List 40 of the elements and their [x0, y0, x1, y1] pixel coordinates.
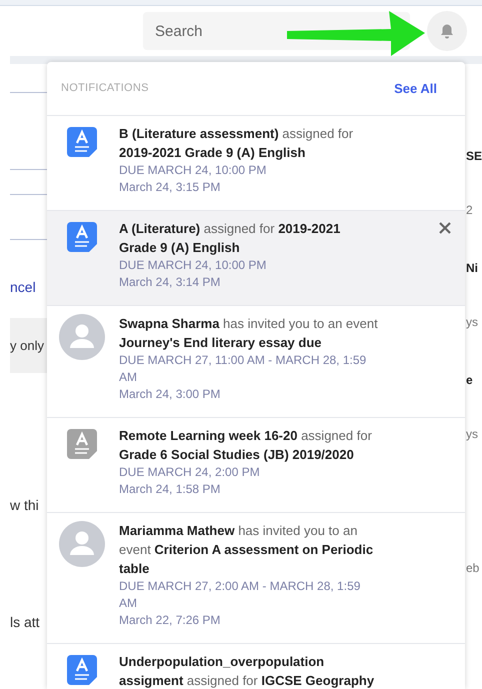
notification-item[interactable]: Underpopulation_overpopulation assigment assigned for IGCSE Geography	[47, 644, 465, 689]
page-text: ls att	[10, 613, 41, 632]
due-date: DUE MARCH 24, 2:00 PM	[119, 464, 261, 481]
due-date: DUE MARCH 27, 11:00 AM - MARCH 28, 1:59 AM	[119, 352, 368, 386]
notification-item[interactable]: Mariamma Mathew has invited you to an event Criterion A assessment on Periodic table DUE MARCH 27, 2:00 AM - MARCH 28, 1:59 AM March 22, 7:26 PM	[47, 513, 465, 644]
notification-text: Mariamma Mathew has invited you to an event Criterion A assessment on Periodic table	[119, 522, 374, 578]
page-text: ys	[465, 426, 479, 442]
notification-text: Remote Learning week 16-20 assigned for Grade 6 Social Studies (JB) 2019/2020	[119, 427, 373, 464]
notification-item[interactable]: Swapna Sharma has invited you to an event Journey's End literary essay due DUE MARCH 27, 11:00 AM - MARCH 28, 1:59 AM March 24, 3:00 PM	[47, 306, 465, 418]
due-date: DUE MARCH 24, 10:00 PM	[119, 257, 268, 274]
page-text: ys	[465, 314, 479, 330]
timestamp: March 24, 3:15 PM	[119, 179, 222, 196]
timestamp: March 24, 3:00 PM	[119, 386, 222, 403]
due-date: DUE MARCH 24, 10:00 PM	[119, 162, 268, 179]
notification-text: Underpopulation_overpopulation assigment assigned for IGCSE Geography	[119, 653, 376, 689]
notice-text: y only	[10, 318, 47, 373]
notification-item[interactable]: Remote Learning week 16-20 assigned for Grade 6 Social Studies (JB) 2019/2020 DUE MARCH 24, 2:00 PM March 24, 1:58 PM	[47, 418, 465, 513]
page-text: eb	[465, 560, 480, 576]
notifications-button[interactable]	[427, 11, 467, 51]
avatar-icon	[59, 521, 105, 567]
notification-item[interactable]: A (Literature) assigned for 2019-2021 Grade 9 (A) English DUE MARCH 24, 10:00 PM March 24, 3:14 PM	[47, 211, 465, 306]
notification-text: A (Literature) assigned for 2019-2021 Grade 9 (A) English	[119, 220, 342, 257]
page-heading: Ni	[465, 260, 479, 276]
due-date: DUE MARCH 27, 2:00 AM - MARCH 28, 1:59 AM	[119, 578, 362, 612]
timestamp: March 22, 7:26 PM	[119, 612, 222, 629]
notification-item[interactable]: B (Literature assessment) assigned for 2019-2021 Grade 9 (A) English DUE MARCH 24, 10:00 PM March 24, 3:15 PM	[47, 116, 465, 211]
bell-icon	[438, 22, 456, 40]
page-heading: e	[465, 372, 474, 388]
page-text: 2	[465, 202, 474, 218]
page-heading: SE	[465, 148, 482, 164]
notification-text: Swapna Sharma has invited you to an event Journey's End literary essay due	[119, 315, 379, 352]
notification-text: B (Literature assessment) assigned for 2019-2021 Grade 9 (A) English	[119, 125, 354, 162]
close-button[interactable]	[439, 222, 451, 234]
cancel-link[interactable]: ncel	[10, 277, 47, 298]
avatar-icon	[59, 314, 105, 360]
see-all-link[interactable]: See All	[394, 78, 437, 98]
timestamp: March 24, 1:58 PM	[119, 481, 222, 498]
timestamp: March 24, 3:14 PM	[119, 274, 222, 291]
page-text: w thi	[10, 496, 40, 515]
panel-title: NOTIFICATIONS	[61, 81, 149, 96]
